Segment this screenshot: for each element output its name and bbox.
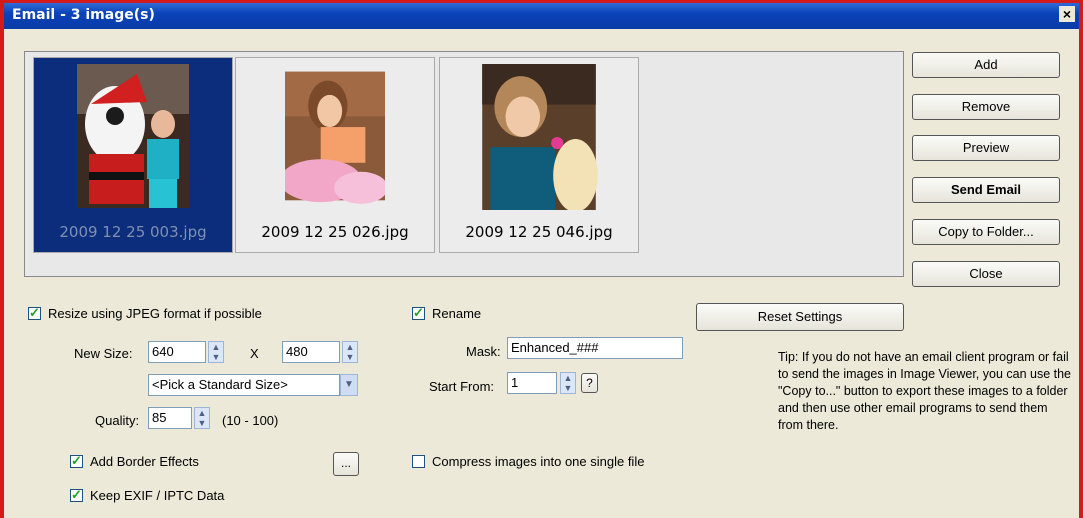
image-gallery[interactable]: 2009 12 25 003.jpg 2009 12 25 026.jpg 20…: [24, 51, 904, 277]
compress-checkbox[interactable]: [412, 455, 425, 468]
size-x-label: X: [250, 346, 259, 361]
keep-exif-checkbox[interactable]: [70, 487, 83, 503]
standard-size-select[interactable]: <Pick a Standard Size>: [148, 374, 340, 396]
title-bar[interactable]: Email - 3 image(s) ×: [4, 3, 1079, 29]
height-field[interactable]: 480: [282, 341, 340, 363]
photo-santa-toy: [77, 64, 189, 208]
width-spinner[interactable]: ▲ ▼: [208, 341, 224, 363]
height-spinner[interactable]: ▲ ▼: [342, 341, 358, 363]
rename-checkbox[interactable]: [412, 305, 425, 321]
compress-label: Compress images into one single file: [432, 454, 645, 469]
send-email-button[interactable]: Send Email: [912, 177, 1060, 203]
photo-girl-smiling: [285, 71, 385, 204]
tip-text: Tip: If you do not have an email client …: [778, 350, 1072, 432]
image-filename: 2009 12 25 026.jpg: [261, 223, 409, 241]
rename-label: Rename: [432, 306, 482, 321]
image-thumbnail[interactable]: 2009 12 25 003.jpg: [33, 57, 233, 253]
add-button[interactable]: Add: [912, 52, 1060, 78]
chevron-down-icon[interactable]: ▼: [340, 374, 358, 396]
close-icon[interactable]: ×: [1059, 6, 1075, 22]
remove-button[interactable]: Remove: [912, 94, 1060, 120]
quality-spinner[interactable]: ▲ ▼: [194, 407, 210, 429]
image-filename: 2009 12 25 003.jpg: [59, 223, 207, 241]
close-button[interactable]: Close: [912, 261, 1060, 287]
border-effects-checkbox[interactable]: [70, 453, 83, 469]
resize-checkbox[interactable]: [28, 305, 41, 321]
image-thumbnail[interactable]: 2009 12 25 046.jpg: [439, 57, 639, 253]
new-size-label: New Size:: [74, 346, 133, 361]
quality-label: Quality:: [95, 413, 140, 428]
start-from-spinner[interactable]: ▲ ▼: [560, 372, 576, 394]
image-filename: 2009 12 25 046.jpg: [465, 223, 613, 241]
preview-button[interactable]: Preview: [912, 135, 1060, 161]
email-dialog: Email - 3 image(s) × 2009 12 25 003.jpg: [0, 0, 1083, 518]
start-help-button[interactable]: ?: [581, 373, 598, 393]
start-from-label: Start From:: [429, 379, 495, 394]
reset-settings-button[interactable]: Reset Settings: [696, 303, 904, 331]
start-from-field[interactable]: 1: [507, 372, 557, 394]
quality-range-label: (10 - 100): [222, 413, 279, 428]
photo-girl-doll: [482, 64, 598, 210]
window-title: Email - 3 image(s): [12, 7, 155, 23]
border-effects-more-button[interactable]: ...: [333, 452, 359, 476]
resize-label: Resize using JPEG format if possible: [48, 306, 262, 321]
mask-field[interactable]: Enhanced_###: [507, 337, 683, 359]
border-effects-label: Add Border Effects: [90, 454, 199, 469]
width-field[interactable]: 640: [148, 341, 206, 363]
copy-to-folder-button[interactable]: Copy to Folder...: [912, 219, 1060, 245]
quality-field[interactable]: 85: [148, 407, 192, 429]
mask-label: Mask:: [466, 344, 501, 359]
image-thumbnail[interactable]: 2009 12 25 026.jpg: [235, 57, 435, 253]
keep-exif-label: Keep EXIF / IPTC Data: [90, 488, 225, 503]
